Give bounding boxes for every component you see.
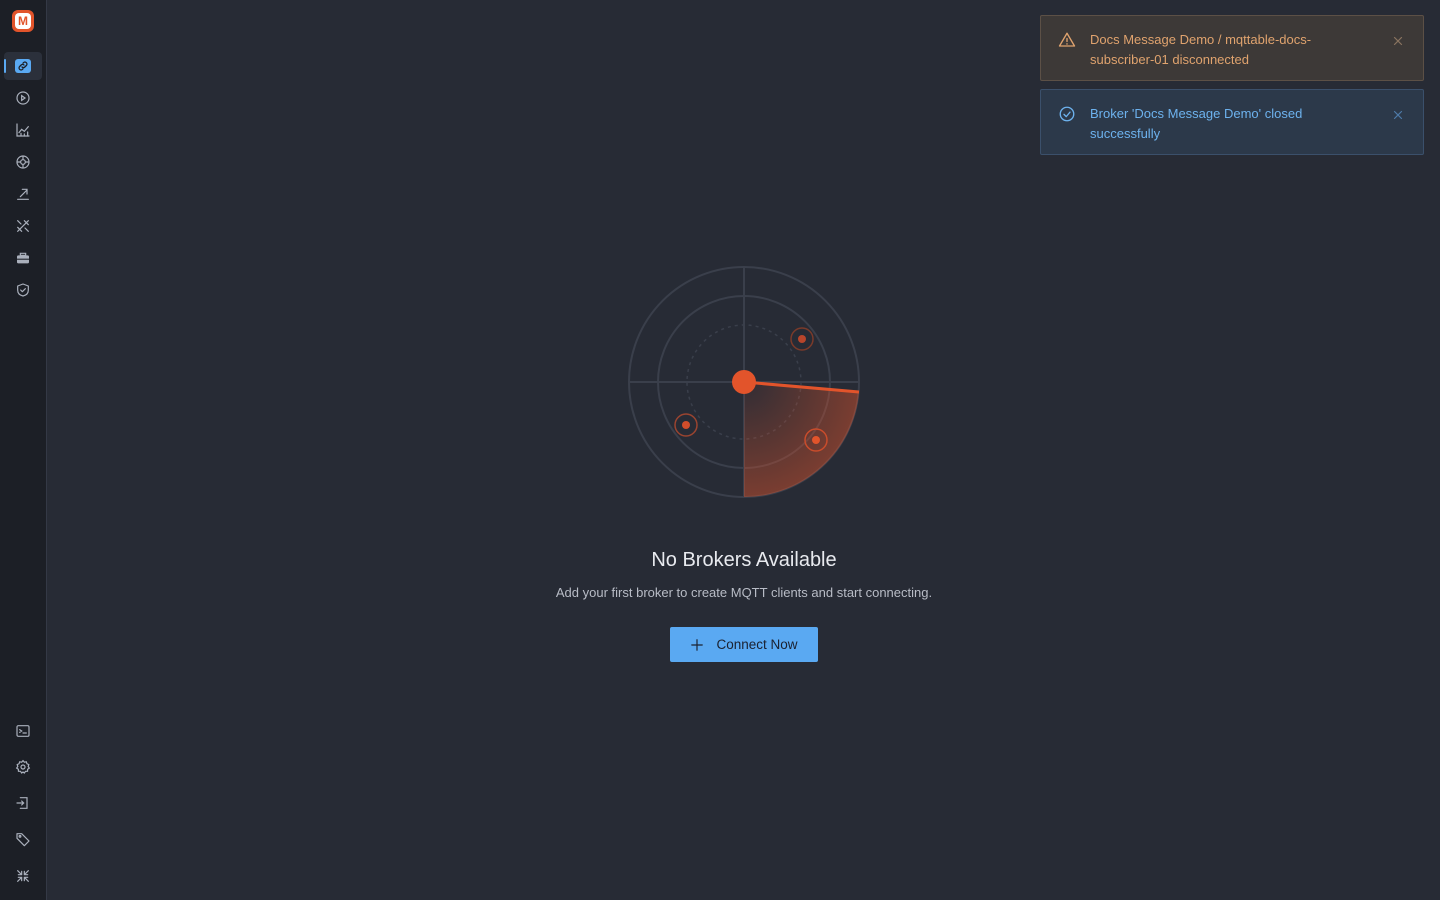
app-logo[interactable]: M: [12, 10, 34, 32]
connect-now-button[interactable]: Connect Now: [670, 627, 818, 662]
sidebar-item-terminal[interactable]: [4, 717, 42, 745]
play-circle-icon: [16, 91, 30, 105]
close-icon[interactable]: [1391, 108, 1405, 122]
link-icon: [15, 59, 31, 73]
sidebar-item-tools[interactable]: [4, 212, 42, 240]
logo-letter: M: [15, 13, 31, 29]
sidebar-item-toolbox[interactable]: [4, 244, 42, 272]
toast-success: Broker 'Docs Message Demo' closed succes…: [1040, 89, 1424, 155]
close-icon[interactable]: [1391, 34, 1405, 48]
sidebar: M: [0, 0, 47, 900]
sidebar-item-login[interactable]: [4, 789, 42, 817]
aperture-icon: [16, 155, 30, 169]
tools-icon: [17, 220, 29, 232]
terminal-icon: [16, 725, 30, 737]
briefcase-icon: [17, 252, 29, 264]
gear-icon: [15, 759, 31, 774]
warning-triangle-icon: [1058, 32, 1076, 47]
check-circle-icon: [1059, 106, 1075, 122]
connect-now-label: Connect Now: [716, 637, 798, 652]
send-icon: [17, 188, 29, 200]
sidebar-item-schema[interactable]: [4, 148, 42, 176]
login-icon: [16, 797, 28, 809]
chart-icon: [16, 123, 30, 137]
collapse-icon: [17, 870, 29, 882]
empty-state-title: No Brokers Available: [651, 549, 837, 571]
tag-icon: [16, 833, 30, 847]
toast-success-message: Broker 'Docs Message Demo' closed succes…: [1090, 106, 1303, 141]
sidebar-item-collapse[interactable]: [4, 862, 42, 890]
sidebar-item-run[interactable]: [4, 84, 42, 112]
empty-state-subtitle: Add your first broker to create MQTT cli…: [555, 585, 933, 600]
sidebar-item-analytics[interactable]: [4, 116, 42, 144]
shield-check-icon: [17, 283, 29, 297]
toast-warning: Docs Message Demo / mqttable-docs-subscr…: [1040, 15, 1424, 81]
sidebar-item-tags[interactable]: [4, 825, 42, 853]
sidebar-item-settings[interactable]: [4, 753, 42, 781]
radar-illustration: [628, 266, 860, 498]
sidebar-item-publish[interactable]: [4, 180, 42, 208]
sidebar-item-connections[interactable]: [4, 52, 42, 80]
sidebar-item-security[interactable]: [4, 276, 42, 304]
plus-icon: [691, 638, 704, 651]
toast-warning-message: Docs Message Demo / mqttable-docs-subscr…: [1090, 32, 1312, 67]
